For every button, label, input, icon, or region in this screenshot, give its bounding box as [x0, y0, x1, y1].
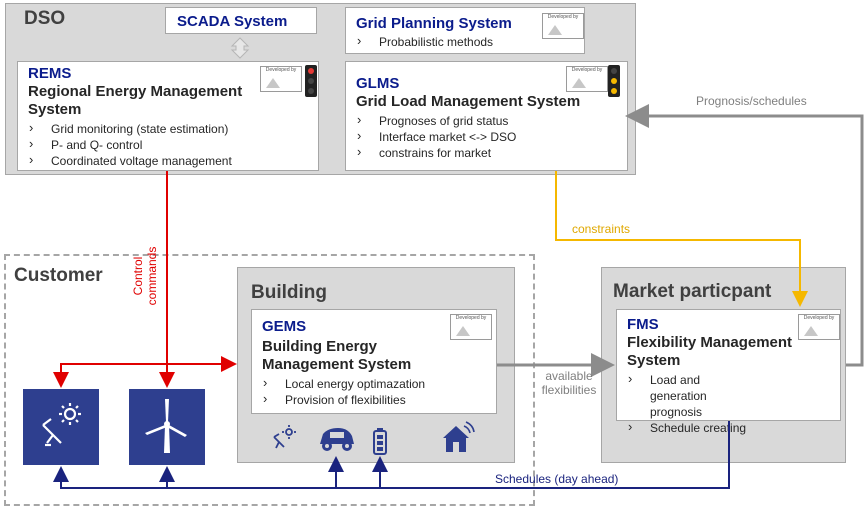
constraints-label: constraints: [572, 222, 631, 236]
flexibilities-label: available flexibilities: [541, 369, 597, 397]
constraints-flow: [555, 171, 808, 307]
schedules-flow: [53, 421, 730, 489]
schedules-label: Schedules (day ahead): [495, 472, 619, 486]
prognosis-label: Prognosis/schedules: [696, 94, 807, 108]
control-commands-label: Control commands: [131, 246, 159, 306]
scada-rems-arrow: [230, 37, 250, 59]
